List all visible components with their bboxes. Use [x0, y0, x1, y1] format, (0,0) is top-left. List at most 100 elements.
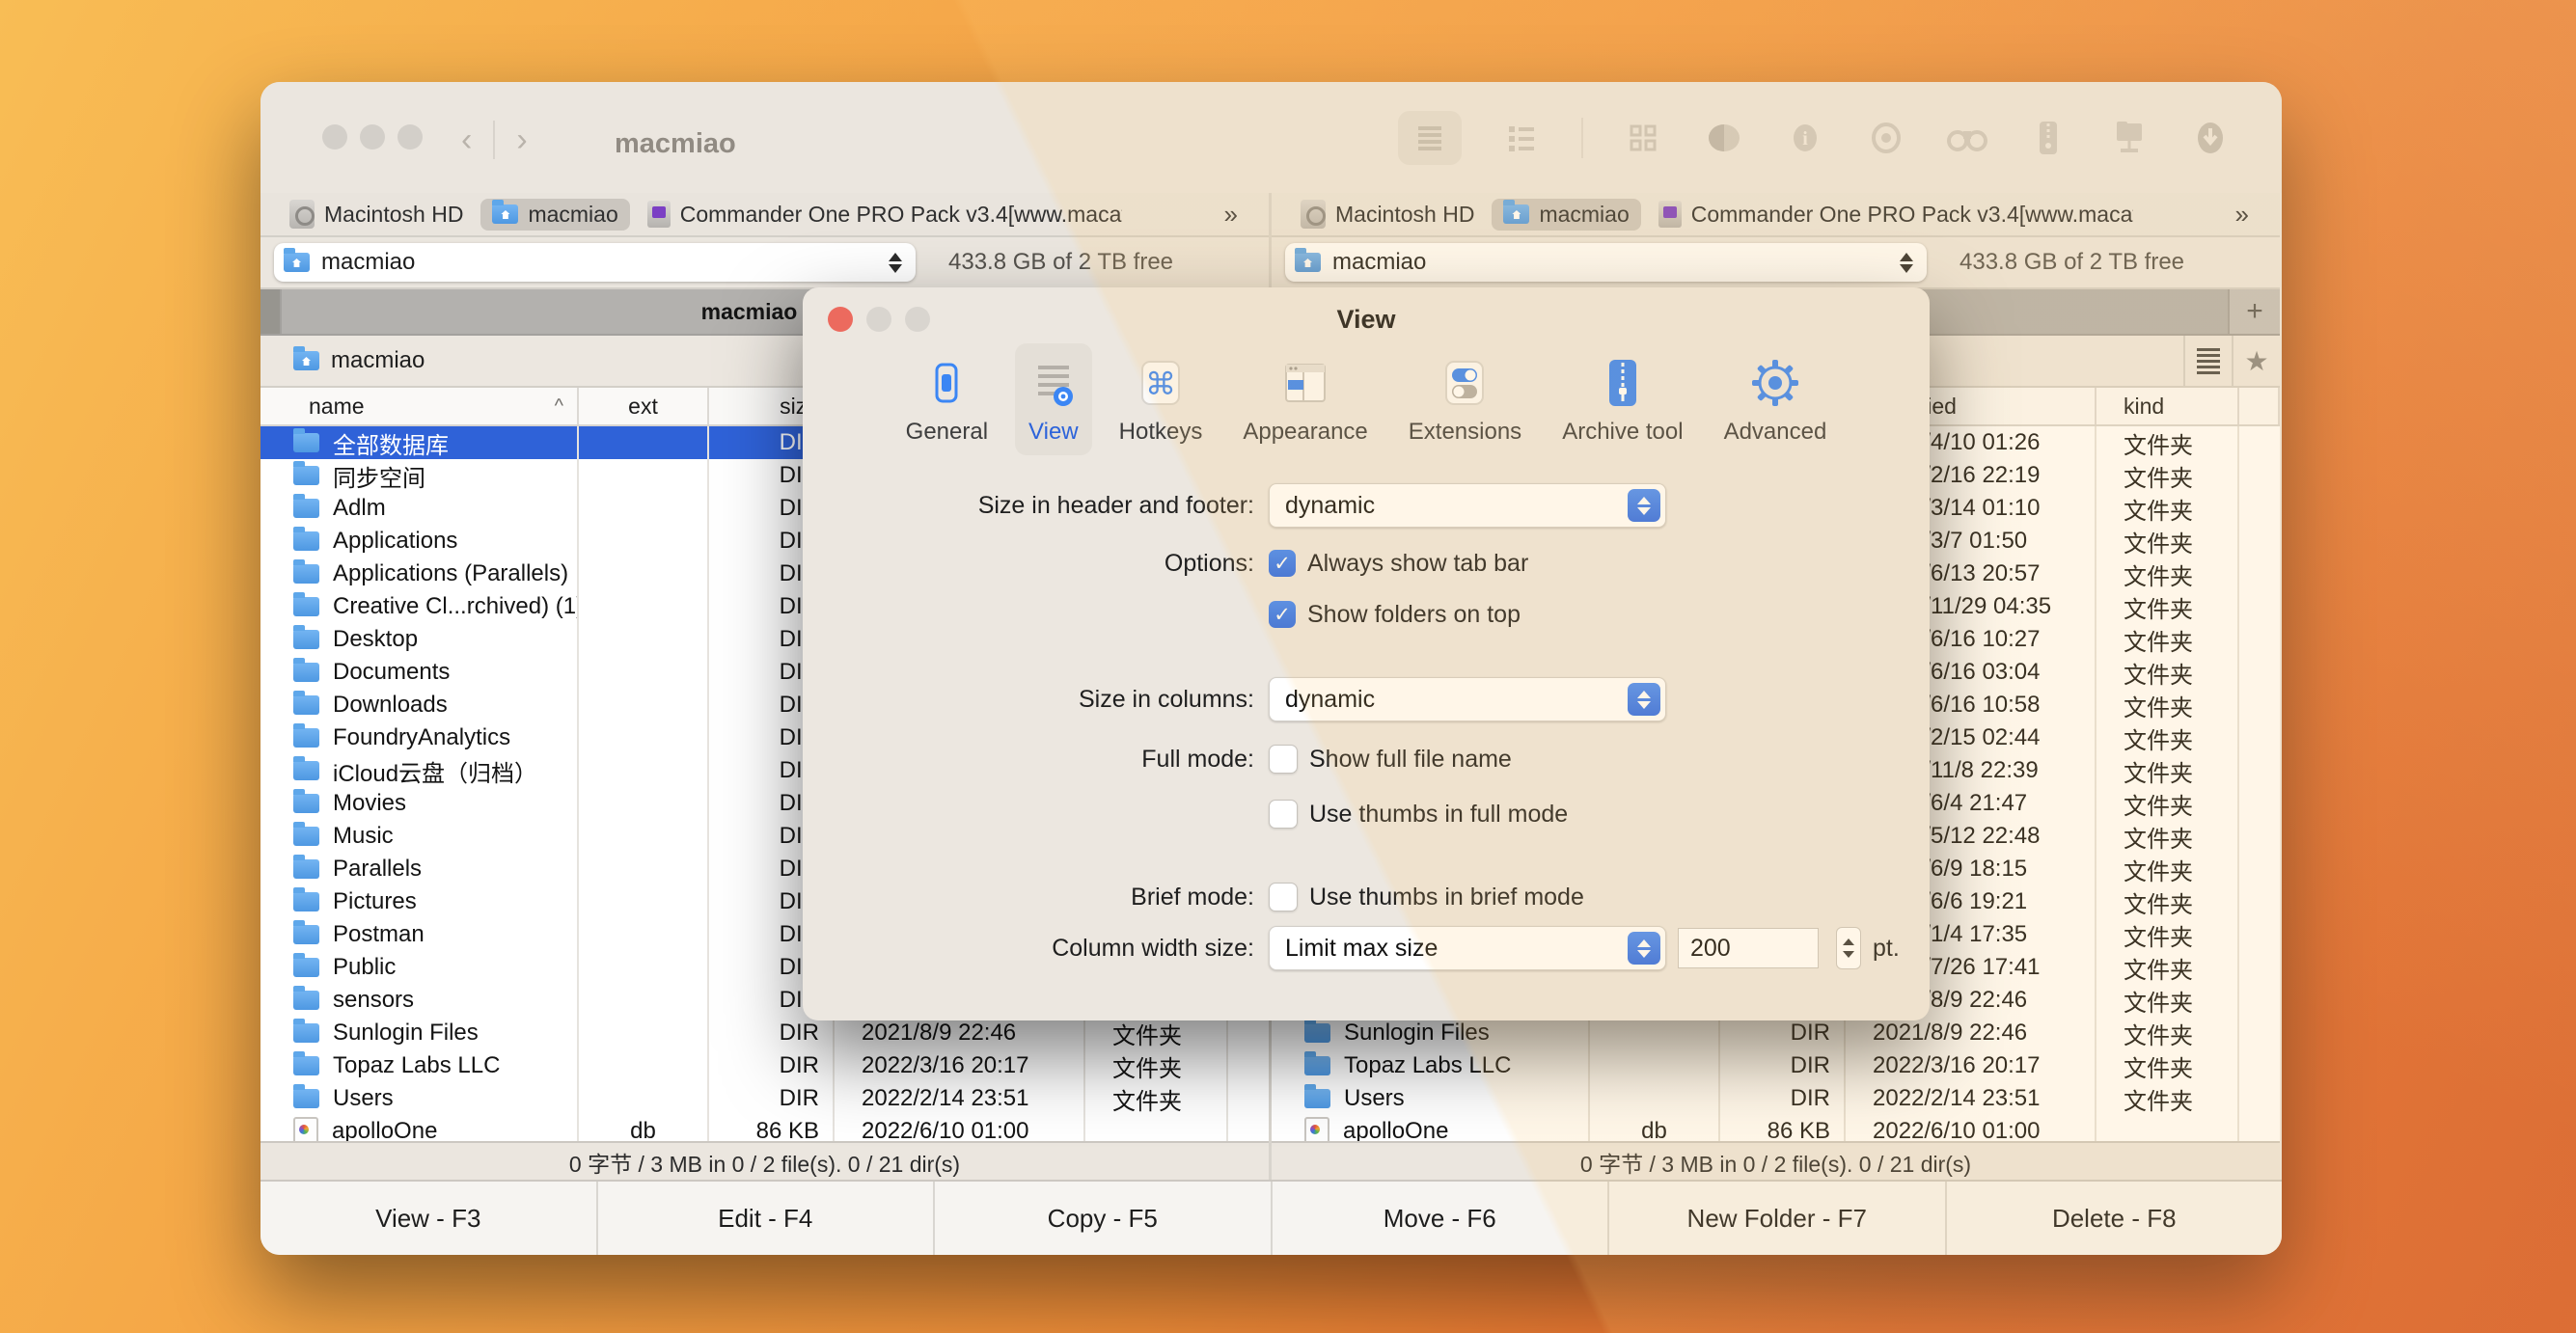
- path-tab-commander-pack[interactable]: Commander One PRO Pack v3.4[www.macat...: [636, 198, 1122, 231]
- search-binoculars-icon[interactable]: [1946, 111, 1988, 165]
- delete-f8-button[interactable]: Delete - F8: [1947, 1182, 2283, 1255]
- cell-spacer: [2239, 787, 2280, 820]
- path-tab-commander-pack[interactable]: Commander One PRO Pack v3.4[www.macat...: [1647, 198, 2133, 231]
- tab-view[interactable]: View: [1015, 343, 1092, 455]
- cell-modified: 2022/3/16 20:17: [1846, 1049, 2096, 1082]
- cell-spacer: [2239, 656, 2280, 689]
- column-width-value-field[interactable]: 200: [1678, 928, 1819, 968]
- drive-selector[interactable]: macmiao: [274, 243, 916, 282]
- size-header-footer-popup[interactable]: dynamic: [1269, 483, 1666, 528]
- view-f3-button[interactable]: View - F3: [260, 1182, 598, 1255]
- tab-advanced[interactable]: Advanced: [1711, 343, 1841, 455]
- tab-appearance[interactable]: Appearance: [1229, 343, 1381, 455]
- cell-modified: 2022/6/10 01:00: [835, 1115, 1085, 1141]
- file-row[interactable]: Topaz Labs LLCDIR2022/3/16 20:17文件夹: [1272, 1049, 2280, 1082]
- zoom-button[interactable]: [397, 124, 423, 150]
- path-tab-macintosh-hd[interactable]: Macintosh HD: [1289, 197, 1486, 231]
- file-row[interactable]: Topaz Labs LLCDIR2022/3/16 20:17文件夹: [260, 1049, 1269, 1082]
- popup-stepper-icon: [1628, 489, 1660, 522]
- show-folders-on-top-checkbox[interactable]: ✓: [1269, 601, 1296, 628]
- toggle-panel-icon[interactable]: [1703, 111, 1745, 165]
- file-row[interactable]: Sunlogin FilesDIR2021/8/9 22:46文件夹: [1272, 1017, 2280, 1049]
- drive-bar: macmiao 433.8 GB of 2 TB free: [1272, 237, 2280, 289]
- column-header-ext[interactable]: ext: [579, 388, 709, 424]
- row-size-in-columns: Size in columns: dynamic: [803, 677, 1930, 721]
- cell-kind: 文件夹: [2096, 984, 2239, 1017]
- file-row[interactable]: UsersDIR2022/2/14 23:51文件夹: [1272, 1082, 2280, 1115]
- folder-icon: [293, 1089, 319, 1108]
- cell-spacer: [2239, 459, 2280, 492]
- cell-ext: [579, 525, 709, 558]
- column-width-stepper[interactable]: [1836, 927, 1861, 969]
- column-header-kind[interactable]: kind: [2096, 388, 2239, 424]
- tab-extensions[interactable]: Extensions: [1395, 343, 1535, 455]
- cell-name: Applications (Parallels): [260, 558, 579, 590]
- nav-divider: [493, 121, 495, 159]
- use-thumbs-brief-checkbox[interactable]: [1269, 883, 1298, 911]
- file-row[interactable]: UsersDIR2022/2/14 23:51文件夹: [260, 1082, 1269, 1115]
- download-icon[interactable]: [2189, 111, 2232, 165]
- drive-selector[interactable]: macmiao: [1285, 243, 1927, 282]
- cell-kind: 文件夹: [2096, 754, 2239, 787]
- file-row[interactable]: apolloOnedb86 KB2022/6/10 01:00: [260, 1115, 1269, 1141]
- cell-kind: 文件夹: [2096, 853, 2239, 885]
- disk-image-icon: [1658, 201, 1682, 228]
- always-show-tab-bar-checkbox[interactable]: ✓: [1269, 550, 1296, 577]
- cell-size: 86 KB: [709, 1115, 835, 1141]
- back-icon[interactable]: ‹: [461, 122, 472, 159]
- network-folder-icon[interactable]: [2108, 111, 2151, 165]
- edit-f4-button[interactable]: Edit - F4: [598, 1182, 936, 1255]
- forward-icon[interactable]: ›: [516, 122, 527, 159]
- move-f6-button[interactable]: Move - F6: [1273, 1182, 1610, 1255]
- folder-icon: [1304, 1023, 1330, 1043]
- cell-modified: 2022/6/10 01:00: [1846, 1115, 2096, 1141]
- folder-icon: [293, 761, 319, 780]
- show-full-file-name-checkbox[interactable]: [1269, 745, 1298, 774]
- column-width-popup[interactable]: Limit max size: [1269, 926, 1666, 970]
- folder-icon: [293, 925, 319, 944]
- file-name: Public: [333, 954, 396, 981]
- file-row[interactable]: Sunlogin FilesDIR2021/8/9 22:46文件夹: [260, 1017, 1269, 1049]
- path-tab-macintosh-hd[interactable]: Macintosh HD: [278, 197, 475, 231]
- cell-spacer: [2239, 853, 2280, 885]
- list-mode-button[interactable]: [2183, 336, 2232, 386]
- preview-eye-icon[interactable]: [1865, 111, 1907, 165]
- full-view-icon[interactable]: [1398, 111, 1462, 165]
- path-tab-bar: Macintosh HD macmiao Commander One PRO P…: [260, 193, 1269, 237]
- file-row[interactable]: apolloOnedb86 KB2022/6/10 01:00: [1272, 1115, 2280, 1141]
- cell-name: Desktop: [260, 623, 579, 656]
- cell-kind: 文件夹: [2096, 1082, 2239, 1115]
- info-icon[interactable]: i: [1784, 111, 1826, 165]
- row-show-folders-on-top: ✓ Show folders on top: [803, 592, 1930, 637]
- hotkeys-command-icon: ⌘: [1138, 355, 1183, 411]
- cell-ext: [579, 1017, 709, 1049]
- cell-modified: 2022/3/16 20:17: [835, 1049, 1085, 1082]
- column-header-name[interactable]: name ^: [260, 388, 579, 424]
- tab-archive-tool[interactable]: Archive tool: [1548, 343, 1696, 455]
- size-in-columns-popup[interactable]: dynamic: [1269, 677, 1666, 721]
- cell-spacer: [2239, 689, 2280, 721]
- new-tab-button[interactable]: +: [2228, 289, 2280, 334]
- brief-view-icon[interactable]: [1500, 111, 1543, 165]
- tab-general[interactable]: General: [892, 343, 1001, 455]
- copy-f5-button[interactable]: Copy - F5: [935, 1182, 1273, 1255]
- cell-name: Sunlogin Files: [1272, 1017, 1590, 1049]
- path-tab-macmiao[interactable]: macmiao: [480, 199, 629, 231]
- folder-icon: [293, 892, 319, 911]
- more-tabs-chevron-icon[interactable]: »: [2235, 200, 2262, 230]
- cell-spacer: [2239, 754, 2280, 787]
- tab-hotkeys[interactable]: ⌘ Hotkeys: [1106, 343, 1217, 455]
- close-button[interactable]: [322, 124, 347, 150]
- favorites-button[interactable]: ★: [2232, 336, 2280, 386]
- cell-ext: [579, 558, 709, 590]
- new-folder-f7-button[interactable]: New Folder - F7: [1609, 1182, 1947, 1255]
- path-tab-macmiao[interactable]: macmiao: [1492, 199, 1640, 231]
- more-tabs-chevron-icon[interactable]: »: [1224, 200, 1251, 230]
- minimize-button[interactable]: [360, 124, 385, 150]
- folder-tab-macmiao[interactable]: macmiao: [260, 336, 444, 386]
- cell-spacer: [2239, 1082, 2280, 1115]
- cell-size: 86 KB: [1720, 1115, 1846, 1141]
- thumbs-view-icon[interactable]: [1622, 111, 1664, 165]
- archive-zipper-icon[interactable]: [2027, 111, 2069, 165]
- use-thumbs-full-checkbox[interactable]: [1269, 800, 1298, 829]
